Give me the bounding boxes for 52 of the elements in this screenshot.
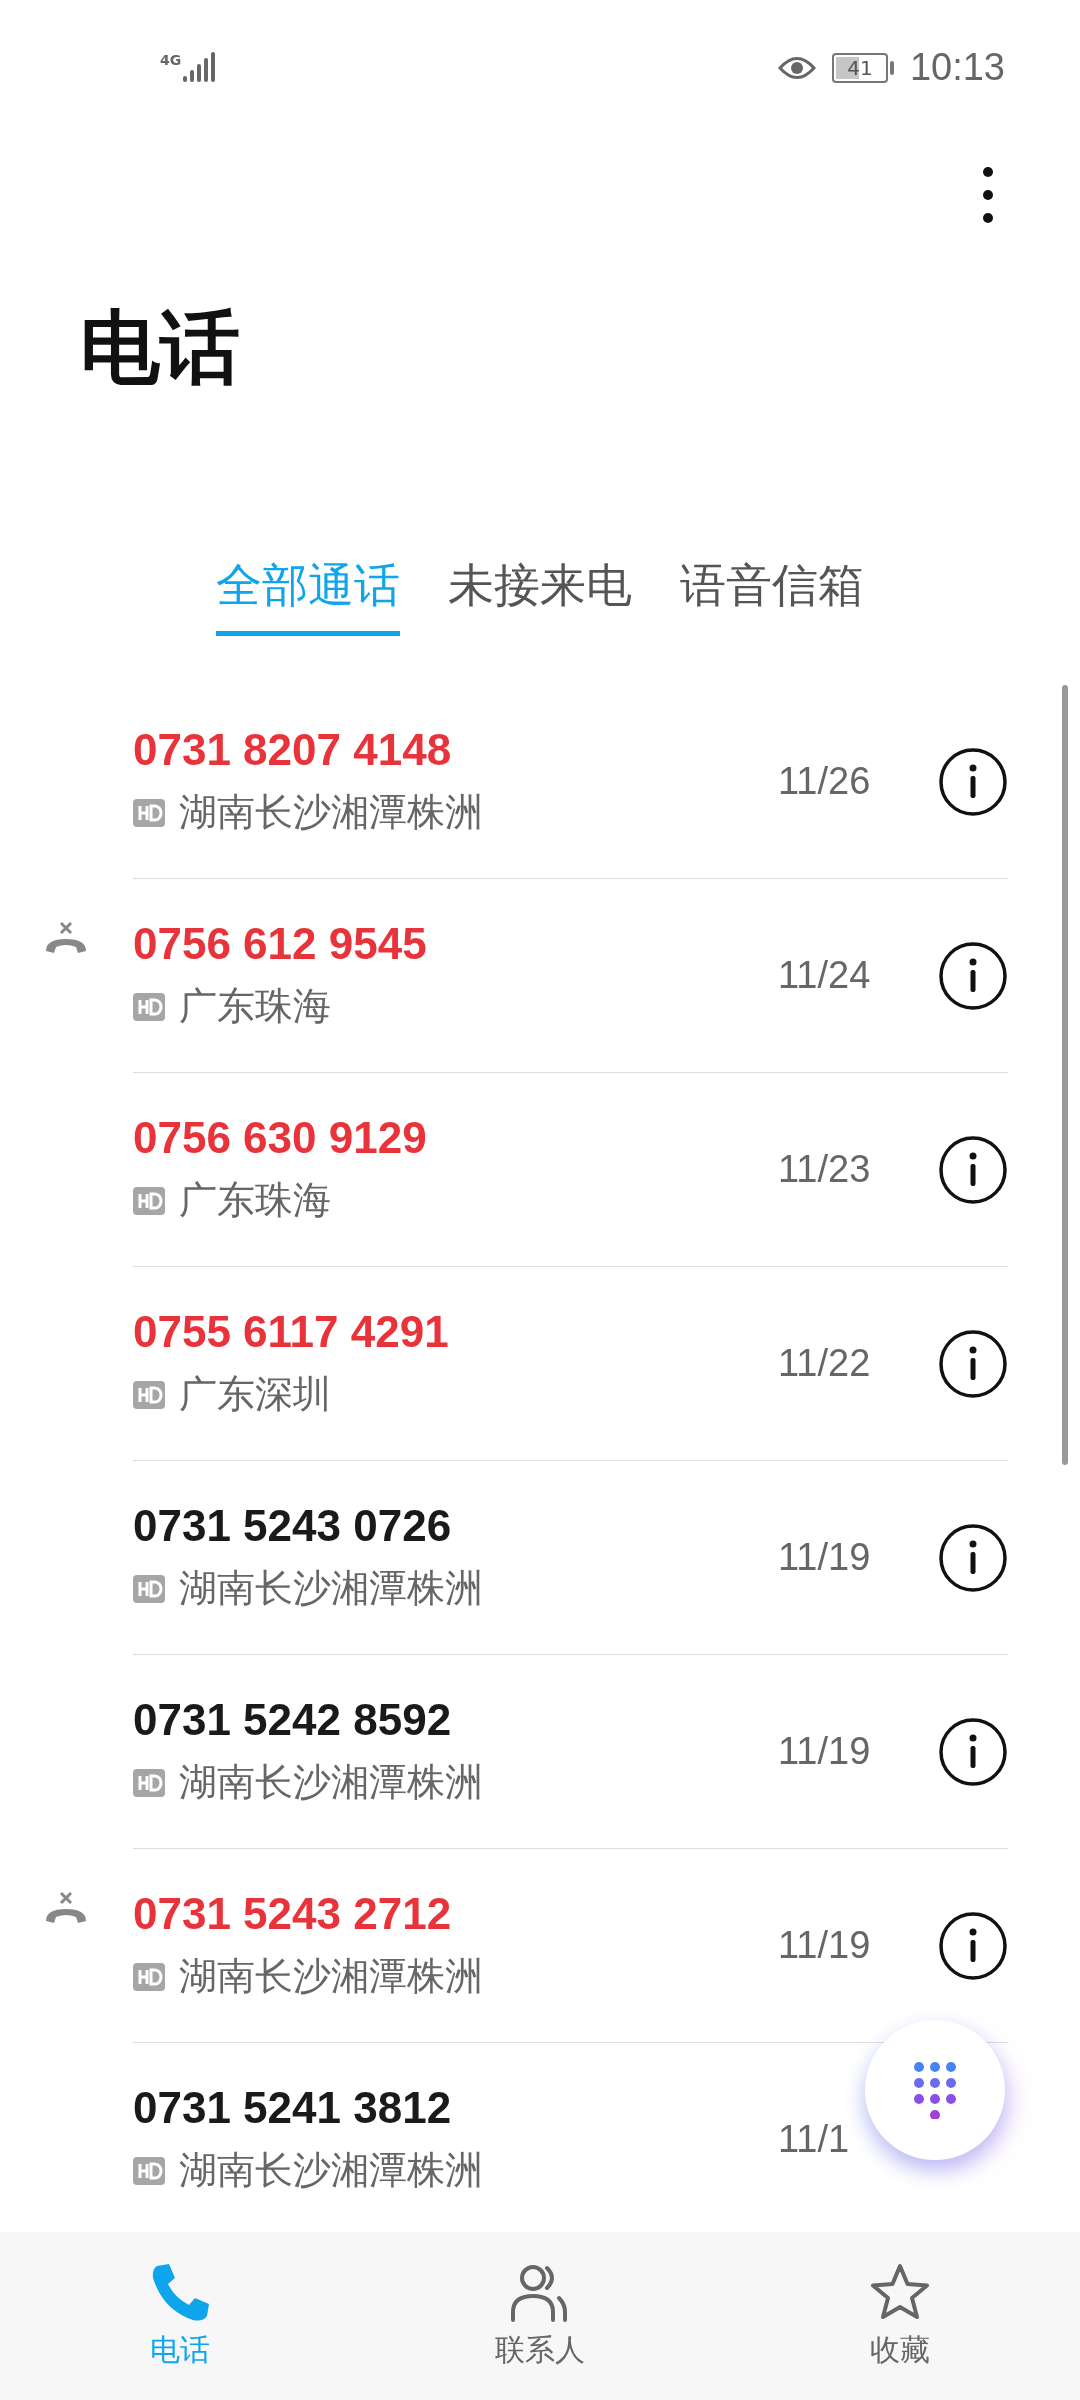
call-date: 11/24 bbox=[778, 954, 872, 997]
call-location: 湖南长沙湘潭株洲 bbox=[179, 789, 483, 836]
info-icon[interactable] bbox=[938, 1910, 1008, 1981]
call-date: 11/19 bbox=[778, 1536, 872, 1579]
phone-number: 0755 6117 4291 bbox=[133, 1307, 450, 1357]
hd-icon bbox=[133, 798, 165, 827]
dialpad-icon bbox=[913, 2061, 957, 2119]
signal-icon bbox=[183, 51, 218, 84]
tab[interactable]: 全部通话 bbox=[216, 555, 400, 636]
clock: 10:13 bbox=[909, 46, 1005, 89]
phone-number: 0731 5243 2712 bbox=[133, 1889, 453, 1939]
call-location: 湖南长沙湘潭株洲 bbox=[179, 2147, 483, 2194]
call-date: 11/26 bbox=[778, 760, 872, 803]
hd-icon bbox=[133, 1962, 165, 1991]
call-date: 11/1 bbox=[778, 2118, 851, 2161]
nav-tab[interactable]: 收藏 bbox=[800, 2260, 1000, 2372]
phone-number: 0731 5243 0726 bbox=[133, 1501, 453, 1551]
nav-tab[interactable]: 联系人 bbox=[440, 2260, 640, 2372]
phone-number: 0731 8207 4148 bbox=[133, 725, 453, 775]
call-date: 11/23 bbox=[778, 1148, 872, 1191]
network-label: 4G bbox=[160, 51, 182, 68]
info-icon[interactable] bbox=[938, 940, 1008, 1011]
info-icon[interactable] bbox=[938, 1522, 1008, 1593]
page-title: 电话 bbox=[79, 300, 241, 396]
call-date: 11/19 bbox=[778, 1730, 872, 1773]
phone-number: 0756 630 9129 bbox=[133, 1113, 428, 1163]
tab[interactable]: 语音信箱 bbox=[680, 555, 864, 636]
call-location: 湖南长沙湘潭株洲 bbox=[179, 1759, 483, 1806]
phone-number: 0731 5242 8592 bbox=[133, 1695, 453, 1745]
phone-number: 0731 5241 3812 bbox=[133, 2083, 453, 2133]
more-icon[interactable] bbox=[981, 165, 995, 225]
call-date: 11/22 bbox=[778, 1342, 872, 1385]
info-icon[interactable] bbox=[938, 1328, 1008, 1399]
hd-icon bbox=[133, 2156, 165, 2185]
call-location: 湖南长沙湘潭株洲 bbox=[179, 1565, 483, 1612]
hd-icon bbox=[133, 1186, 165, 1215]
call-location: 广东珠海 bbox=[179, 983, 331, 1030]
hd-icon bbox=[133, 992, 165, 1021]
tab[interactable]: 未接来电 bbox=[448, 555, 632, 636]
dialpad-button[interactable] bbox=[865, 2020, 1005, 2160]
call-location: 广东深圳 bbox=[179, 1371, 331, 1418]
hd-icon bbox=[133, 1768, 165, 1797]
hd-icon bbox=[133, 1574, 165, 1603]
info-icon[interactable] bbox=[938, 1134, 1008, 1205]
call-date: 11/19 bbox=[778, 1924, 872, 1967]
call-location: 广东珠海 bbox=[179, 1177, 331, 1224]
hd-icon bbox=[133, 1380, 165, 1409]
info-icon[interactable] bbox=[938, 746, 1008, 817]
eye-icon bbox=[777, 54, 816, 81]
call-location: 湖南长沙湘潭株洲 bbox=[179, 1953, 483, 2000]
info-icon[interactable] bbox=[938, 1716, 1008, 1787]
phone-number: 0756 612 9545 bbox=[133, 919, 428, 969]
